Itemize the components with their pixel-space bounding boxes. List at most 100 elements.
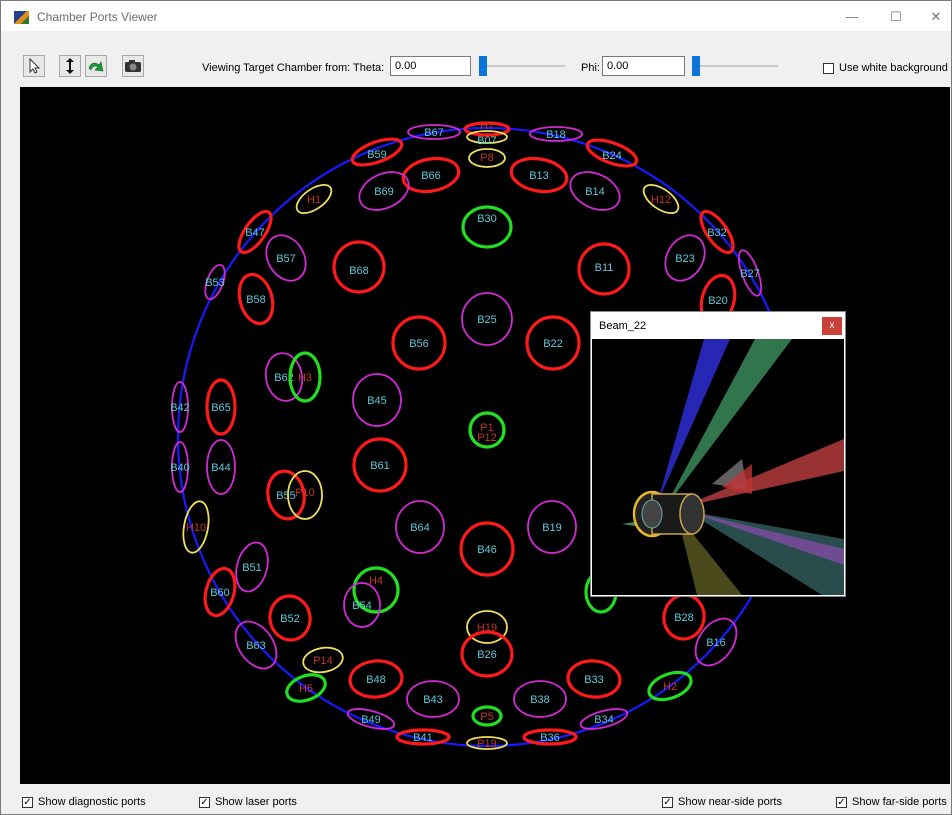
cursor-icon[interactable] (23, 55, 45, 77)
beam-render (622, 339, 844, 595)
port-label-b64: B64 (410, 522, 430, 534)
theta-slider-track (479, 65, 565, 67)
show-diagnostic-ports-box[interactable]: ✓ (22, 796, 33, 808)
port-label-b34: B34 (594, 714, 614, 726)
popup-close-button[interactable]: x (822, 317, 842, 335)
phi-label: Phi: (581, 62, 600, 74)
phi-slider[interactable] (692, 56, 778, 76)
port-label-b47: B47 (245, 227, 265, 239)
show-near-side-ports-checkbox[interactable]: ✓ Show near-side ports (662, 796, 782, 808)
port-label-p8: P8 (480, 152, 493, 164)
beam-3d-view[interactable] (592, 339, 844, 595)
minimize-button[interactable]: — (837, 7, 867, 27)
port-label-b59: B59 (367, 149, 387, 161)
port-label-h5: H5 (299, 683, 313, 695)
show-far-side-ports-checkbox[interactable]: ✓ Show far-side ports (836, 796, 947, 808)
port-label-b27: B27 (740, 268, 760, 280)
window-title: Chamber Ports Viewer (37, 10, 158, 24)
white-background-checkbox[interactable]: Use white background (823, 62, 948, 74)
port-label-b44: B44 (211, 462, 231, 474)
show-diagnostic-ports-checkbox[interactable]: ✓ Show diagnostic ports (22, 796, 146, 808)
show-laser-ports-label: Show laser ports (215, 796, 297, 808)
port-label-b60: B60 (210, 587, 230, 599)
theta-slider[interactable] (479, 56, 565, 76)
beam-popup-window[interactable]: Beam_22 x (590, 311, 846, 597)
port-label-b68: B68 (349, 265, 369, 277)
port-label-b13: B13 (529, 170, 549, 182)
port-label-b14: B14 (585, 186, 605, 198)
port-label-p19: P19 (477, 738, 497, 750)
rotate-arrow-icon[interactable] (85, 55, 107, 77)
port-label-p10: P10 (295, 487, 315, 499)
port-label-h2: H2 (663, 681, 677, 693)
port-label-b25: B25 (477, 314, 497, 326)
port-label-p5: P5 (480, 711, 493, 723)
port-label-b42: B42 (170, 402, 190, 414)
phi-input[interactable] (602, 56, 685, 76)
port-label-b58: B58 (246, 294, 266, 306)
port-label-h10: H10 (186, 522, 206, 534)
port-label-b24: B24 (602, 150, 622, 162)
port-label-b28: B28 (674, 612, 694, 624)
theta-label: Theta: (353, 62, 385, 74)
port-label-b63: B63 (246, 640, 266, 652)
port-label-b41: B41 (413, 732, 433, 744)
port-label-b52: B52 (280, 613, 300, 625)
port-label-b55: B55 (276, 490, 296, 502)
port-label-b51: B51 (242, 562, 262, 574)
show-near-side-ports-label: Show near-side ports (678, 796, 782, 808)
port-label-p12: P12 (477, 432, 497, 444)
port-label-b48: B48 (366, 674, 386, 686)
port-label-b46: B46 (477, 544, 497, 556)
port-label-b57: B57 (276, 253, 296, 265)
port-label-b65: B65 (211, 402, 231, 414)
show-laser-ports-checkbox[interactable]: ✓ Show laser ports (199, 796, 297, 808)
port-label-b36: B36 (540, 732, 560, 744)
show-near-side-ports-box[interactable]: ✓ (662, 796, 673, 808)
white-background-box[interactable] (823, 62, 834, 74)
port-label-b26: B26 (477, 649, 497, 661)
port-label-b49: B49 (361, 714, 381, 726)
port-label-b33: B33 (584, 674, 604, 686)
show-far-side-ports-label: Show far-side ports (852, 796, 947, 808)
port-label-b32: B32 (707, 227, 727, 239)
camera-icon[interactable] (122, 55, 144, 77)
port-label-b54: B54 (352, 600, 372, 612)
close-button[interactable]: ✕ (921, 7, 951, 27)
port-label-p14: P14 (313, 655, 333, 667)
port-label-b61: B61 (370, 460, 390, 472)
popup-title: Beam_22 (599, 320, 647, 332)
port-label-b16: B16 (706, 637, 726, 649)
port-label-h1: H1 (307, 194, 321, 206)
port-label-b66: B66 (421, 170, 441, 182)
port-label-h12: H12 (651, 194, 671, 206)
port-label-b40: B40 (170, 462, 190, 474)
port-label-b18: B18 (546, 129, 566, 141)
app-icon (14, 11, 29, 24)
vertical-arrows-icon[interactable] (59, 55, 81, 77)
theta-input[interactable] (390, 56, 471, 76)
port-label-b30: B30 (477, 213, 497, 225)
port-label-b53: B53 (205, 277, 225, 289)
theta-slider-thumb[interactable] (479, 56, 487, 76)
maximize-button[interactable]: ☐ (881, 7, 911, 27)
port-label-b11: B11 (595, 262, 614, 274)
port-label-b43: B43 (423, 694, 443, 706)
port-label-b38: B38 (530, 694, 550, 706)
show-far-side-ports-box[interactable]: ✓ (836, 796, 847, 808)
title-bar: Chamber Ports Viewer — ☐ ✕ (1, 1, 951, 31)
port-label-b19: B19 (542, 522, 562, 534)
white-background-label: Use white background (839, 62, 948, 74)
port-label-h3: H3 (298, 372, 312, 384)
port-label-b07: B07 (477, 135, 497, 147)
port-label-b67: B67 (424, 127, 444, 139)
phi-slider-thumb[interactable] (692, 56, 700, 76)
port-label-b23: B23 (675, 253, 695, 265)
port-label-b56: B56 (409, 338, 429, 350)
port-label-b69: B69 (374, 186, 394, 198)
show-laser-ports-box[interactable]: ✓ (199, 796, 210, 808)
phi-slider-track (692, 65, 778, 67)
show-diagnostic-ports-label: Show diagnostic ports (38, 796, 146, 808)
viewing-label: Viewing Target Chamber from: (202, 62, 351, 74)
chamber-ports-viewer-window: Chamber Ports Viewer — ☐ ✕ Viewing Targe… (0, 0, 952, 815)
